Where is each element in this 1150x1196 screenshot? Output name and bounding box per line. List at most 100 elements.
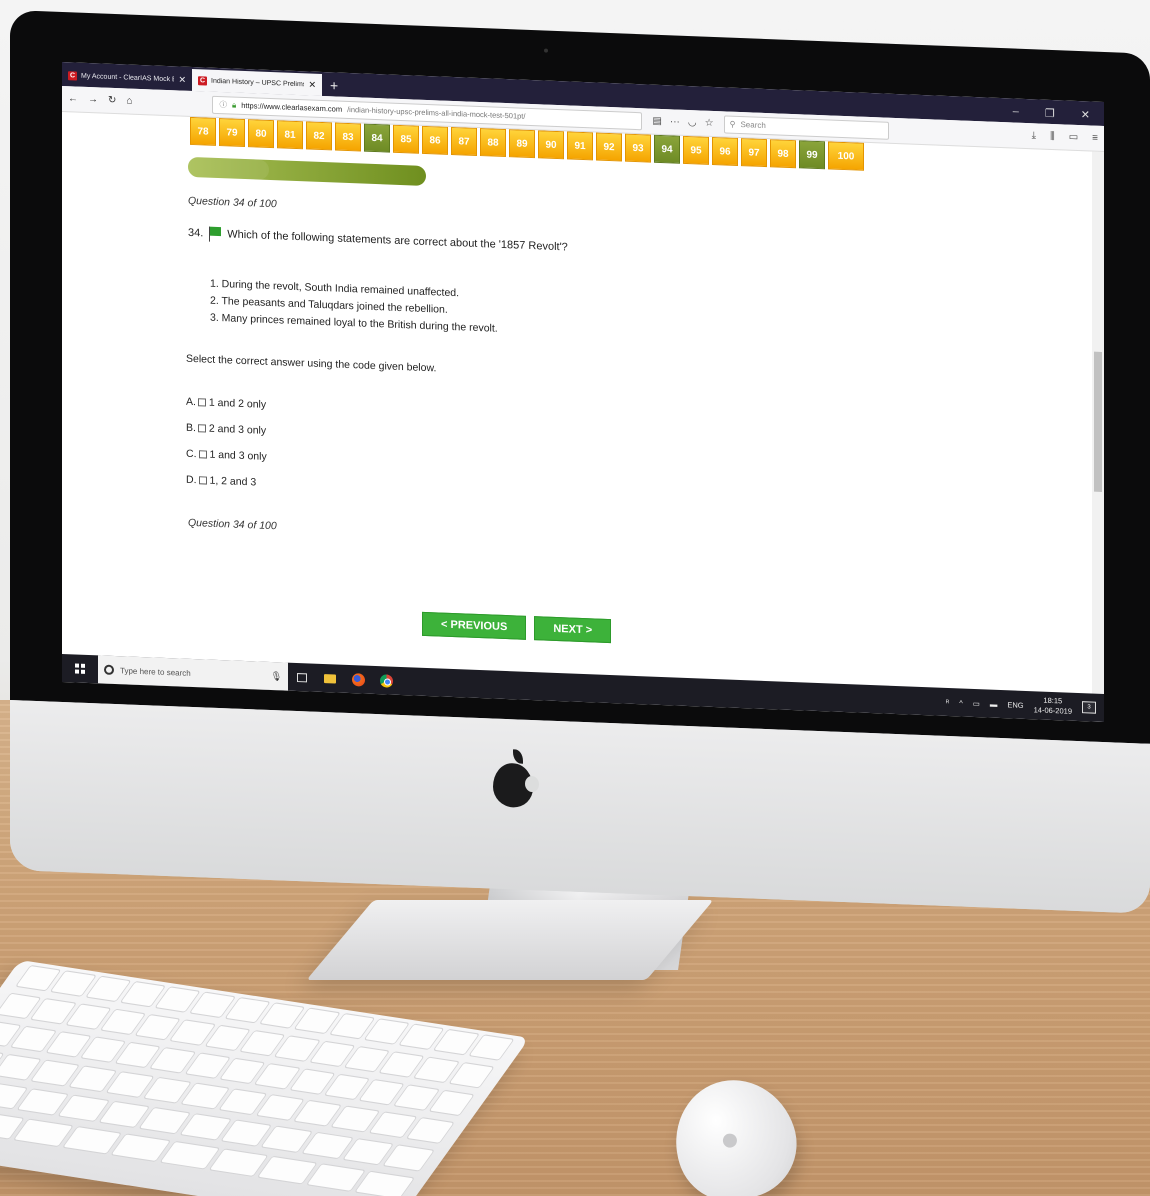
question-number-button[interactable]: 80: [248, 119, 274, 149]
question-number-button[interactable]: 100: [828, 141, 864, 171]
scrollbar-thumb[interactable]: [1094, 351, 1102, 492]
bookmark-star-icon[interactable]: ☆: [705, 118, 714, 129]
question-number-button[interactable]: 86: [422, 125, 448, 155]
taskbar-search-placeholder: Type here to search: [120, 665, 191, 678]
question-number-button[interactable]: 95: [683, 135, 709, 165]
download-icon[interactable]: ⤓: [1032, 130, 1036, 141]
reload-icon[interactable]: ↻: [108, 95, 116, 106]
people-icon[interactable]: ᴿ: [946, 697, 949, 706]
chevron-up-icon[interactable]: ^: [959, 698, 963, 707]
question-number-button[interactable]: 91: [567, 131, 593, 161]
option-letter: A.: [186, 395, 196, 409]
option-checkbox[interactable]: [197, 424, 206, 433]
firefox-button[interactable]: [344, 665, 372, 694]
taskbar-search-box[interactable]: Type here to search 🎙︎: [98, 655, 288, 691]
question-number-button[interactable]: 98: [770, 139, 796, 169]
chrome-button[interactable]: [372, 666, 400, 695]
previous-button[interactable]: < PREVIOUS: [422, 611, 527, 640]
option-text: 1 and 3 only: [209, 448, 267, 463]
toolbar-right: ⤓ ⫼ ▭ ≡: [1032, 130, 1098, 144]
question-counter-bottom: Question 34 of 100: [188, 516, 277, 533]
info-icon[interactable]: ⓘ: [219, 99, 227, 110]
question-number-button[interactable]: 78: [190, 116, 216, 146]
imac-monitor: C My Account - ClearIAS Mock E ✕ C India…: [10, 10, 1150, 914]
network-icon[interactable]: ▭: [973, 698, 980, 707]
search-placeholder: Search: [740, 120, 766, 131]
question-number-button[interactable]: 85: [393, 124, 419, 154]
firefox-icon: [351, 672, 365, 687]
question-number-button[interactable]: 82: [306, 121, 332, 151]
option-a[interactable]: A. 1 and 2 only: [186, 389, 267, 418]
folder-icon: [324, 673, 336, 684]
sidebar-icon[interactable]: ▭: [1069, 132, 1078, 143]
tab-title: My Account - ClearIAS Mock E: [81, 72, 175, 83]
question-nav: < PREVIOUS NEXT >: [422, 611, 612, 644]
option-c[interactable]: C. 1 and 3 only: [186, 441, 267, 470]
cortana-icon: [104, 664, 114, 675]
option-letter: C.: [186, 447, 197, 461]
page-scrollbar[interactable]: [1092, 151, 1104, 723]
question-number-button[interactable]: 84: [364, 123, 390, 153]
question-number-button[interactable]: 97: [741, 138, 767, 168]
url-host: https://www.clearlasexam.com: [241, 100, 343, 114]
windows-logo-icon: [75, 663, 85, 674]
task-view-button[interactable]: [288, 663, 316, 692]
question-number-button[interactable]: 93: [625, 133, 651, 163]
question-number-button[interactable]: 90: [538, 130, 564, 160]
back-icon[interactable]: ←: [68, 93, 78, 104]
pocket-icon[interactable]: ◡: [688, 117, 697, 128]
question-number-button[interactable]: 92: [596, 132, 622, 162]
question-number-button[interactable]: 87: [451, 126, 477, 156]
clearias-favicon-icon: C: [68, 70, 77, 81]
question-number: 34.: [188, 226, 204, 240]
option-b[interactable]: B. 2 and 3 only: [186, 415, 267, 444]
option-checkbox[interactable]: [198, 476, 207, 485]
menu-icon[interactable]: ≡: [1092, 133, 1098, 144]
monitor-stand-base: [306, 900, 714, 980]
close-window-icon[interactable]: ✕: [1081, 108, 1090, 121]
apple-logo-icon: [490, 758, 536, 812]
question-number-button[interactable]: 83: [335, 122, 361, 152]
question-number-button[interactable]: 94: [654, 134, 680, 164]
question-number-button[interactable]: 88: [480, 128, 506, 158]
start-button[interactable]: [62, 654, 98, 683]
question-counter: Question 34 of 100: [188, 194, 277, 211]
question-number-button[interactable]: 89: [509, 129, 535, 159]
question-number-button[interactable]: 81: [277, 120, 303, 150]
address-bar-actions: ▤ ··· ◡ ☆: [652, 116, 713, 129]
file-explorer-button[interactable]: [316, 664, 344, 693]
next-button[interactable]: NEXT >: [534, 616, 612, 644]
reader-view-icon[interactable]: ▤: [652, 116, 661, 127]
system-tray: ᴿ ^ ▭ ▬ ENG 18:15 14-06-2019 3: [946, 692, 1104, 718]
library-icon[interactable]: ⫼: [1050, 131, 1055, 142]
option-text: 1 and 2 only: [208, 396, 267, 411]
question-number-button[interactable]: 99: [799, 140, 825, 170]
option-checkbox[interactable]: [198, 450, 207, 459]
close-icon[interactable]: ✕: [308, 79, 316, 90]
progress-bar-fill: [188, 156, 269, 180]
home-icon[interactable]: ⌂: [126, 95, 132, 106]
statement-list: 1. During the revolt, South India remain…: [210, 276, 498, 338]
instruction-text: Select the correct answer using the code…: [186, 352, 437, 375]
restore-icon[interactable]: ❐: [1045, 107, 1055, 120]
microphone-icon[interactable]: 🎙︎: [271, 671, 282, 682]
option-checkbox[interactable]: [197, 398, 206, 407]
more-actions-icon[interactable]: ···: [670, 116, 680, 127]
new-tab-button[interactable]: +: [322, 77, 346, 97]
battery-icon[interactable]: ▬: [990, 699, 998, 708]
minimize-icon[interactable]: –: [1013, 106, 1019, 119]
clock[interactable]: 18:15 14-06-2019: [1034, 695, 1072, 716]
flag-icon[interactable]: [209, 226, 222, 236]
language-indicator[interactable]: ENG: [1007, 700, 1023, 710]
apple-logo-icon: [721, 1131, 739, 1150]
option-d[interactable]: D. 1, 2 and 3: [186, 467, 267, 496]
question-number-button[interactable]: 79: [219, 118, 245, 148]
search-input[interactable]: ⚲ Search: [723, 114, 889, 140]
notification-icon[interactable]: 3: [1082, 701, 1096, 714]
quiz-page: 78 79 80 81 82 83 84 85 86 87 88 89 90 91 92 93 94 95 96 97…: [62, 112, 1092, 722]
forward-icon[interactable]: →: [88, 94, 98, 105]
question-number-button[interactable]: 96: [712, 136, 738, 166]
search-icon: ⚲: [729, 119, 736, 129]
task-view-icon: [297, 672, 307, 682]
close-icon[interactable]: ✕: [178, 74, 186, 85]
